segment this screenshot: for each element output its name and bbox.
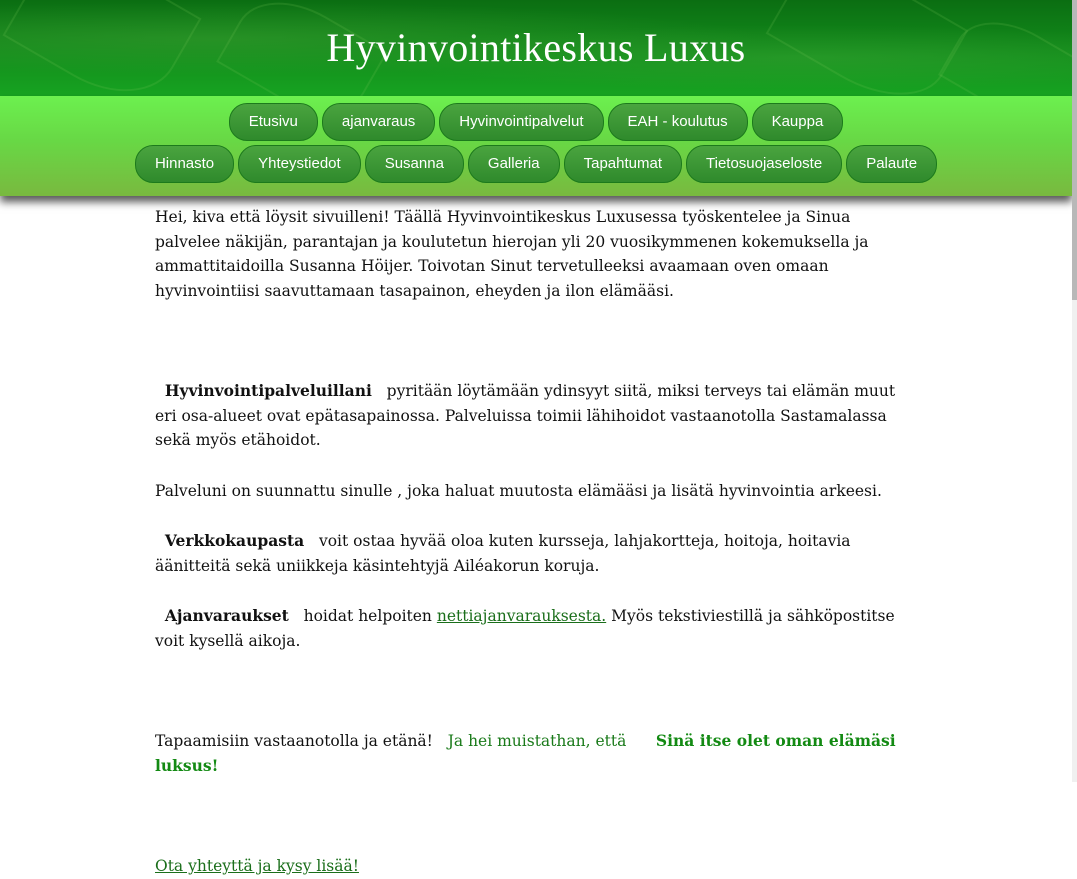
booking-link[interactable]: nettiajanvarauksesta.: [437, 607, 606, 625]
closing-line: Tapaamisiin vastaanotolla ja etänä! Ja h…: [155, 729, 920, 778]
page-scrollbar[interactable]: [1072, 0, 1077, 782]
booking-paragraph: Ajanvaraukset hoidat helpoiten nettiajan…: [155, 604, 920, 653]
nav-row-secondary: Hinnasto Yhteystiedot Susanna Galleria T…: [0, 145, 1072, 183]
nav-hyvinvointipalvelut[interactable]: Hyvinvointipalvelut: [439, 103, 604, 141]
nav-ajanvaraus[interactable]: ajanvaraus: [321, 103, 436, 141]
services-heading: Hyvinvointipalveluillani: [164, 381, 372, 400]
booking-heading: Ajanvaraukset: [164, 606, 289, 625]
site-title[interactable]: Hyvinvointikeskus Luxus: [0, 24, 1072, 71]
remember-text: Ja hei muistathan, että: [447, 732, 627, 750]
meet-text: Tapaamisiin vastaanotolla ja etänä!: [155, 732, 433, 750]
nav-kauppa[interactable]: Kauppa: [751, 103, 844, 141]
nav-eah-koulutus[interactable]: EAH - koulutus: [607, 103, 748, 141]
nav-yhteystiedot[interactable]: Yhteystiedot: [238, 145, 361, 183]
nav-palaute[interactable]: Palaute: [846, 145, 938, 183]
nav-etusivu[interactable]: Etusivu: [228, 103, 318, 141]
site-header: Hyvinvointikeskus Luxus: [0, 0, 1072, 96]
contact-paragraph: Ota yhteyttä ja kysy lisää!: [155, 854, 920, 879]
nav-row-primary: Etusivu ajanvaraus Hyvinvointipalvelut E…: [0, 103, 1072, 141]
shop-paragraph: Verkkokaupasta voit ostaa hyvää oloa kut…: [155, 529, 920, 578]
main-navigation: Etusivu ajanvaraus Hyvinvointipalvelut E…: [0, 96, 1072, 196]
nav-galleria[interactable]: Galleria: [467, 145, 560, 183]
main-content: Hei, kiva että löysit sivuilleni! Täällä…: [155, 205, 920, 879]
services-paragraph: Hyvinvointipalveluillani pyritään löytäm…: [155, 379, 920, 453]
nav-hinnasto[interactable]: Hinnasto: [134, 145, 235, 183]
scrollbar-thumb[interactable]: [1072, 0, 1077, 300]
contact-link[interactable]: Ota yhteyttä ja kysy lisää!: [155, 857, 359, 875]
nav-susanna[interactable]: Susanna: [364, 145, 464, 183]
booking-text-before: hoidat helpoiten: [303, 607, 432, 625]
nav-tapahtumat[interactable]: Tapahtumat: [563, 145, 682, 183]
intro-paragraph: Hei, kiva että löysit sivuilleni! Täällä…: [155, 208, 869, 300]
nav-tietosuojaseloste[interactable]: Tietosuojaseloste: [686, 145, 843, 183]
audience-paragraph: Palveluni on suunnattu sinulle , joka ha…: [155, 481, 882, 500]
shop-heading: Verkkokaupasta: [164, 531, 305, 550]
